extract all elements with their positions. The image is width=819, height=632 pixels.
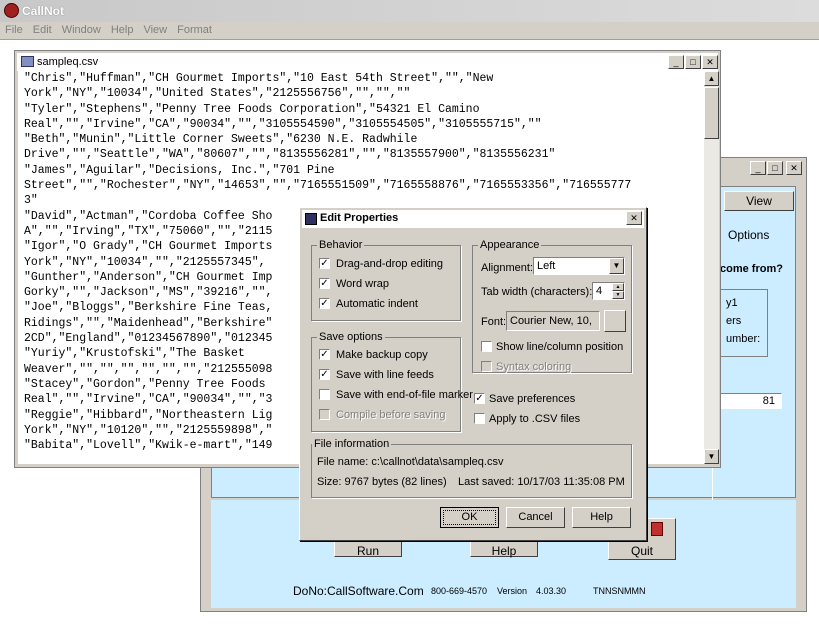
auto-indent-label: Automatic indent (336, 298, 418, 310)
csv-line: "Beth","Munin","Little Corner Sweets","6… (24, 133, 418, 147)
menu-edit[interactable]: Edit (28, 22, 57, 38)
syntax-coloring-label: Syntax coloring (496, 361, 572, 373)
menu-file[interactable]: File (0, 22, 28, 38)
close-icon[interactable]: ✕ (702, 55, 718, 69)
vertical-scrollbar[interactable]: ▲ ▼ (704, 71, 719, 464)
line-feeds-checkbox[interactable]: ✓ (319, 369, 330, 380)
app-title: CallNot (22, 4, 64, 18)
backup-label: Make backup copy (336, 349, 428, 361)
word-wrap-label: Word wrap (336, 278, 389, 290)
compile-checkbox (319, 409, 330, 420)
dialog-icon (305, 213, 317, 225)
document-icon (21, 56, 34, 67)
csv-line: Street","","Rochester","NY","14653","","… (24, 179, 632, 193)
alignment-value: Left (537, 260, 556, 272)
app-icon (4, 3, 19, 18)
close-icon[interactable]: ✕ (786, 161, 802, 175)
app-title-bar: CallNot (0, 0, 819, 22)
count-field[interactable]: 81 (712, 393, 782, 409)
show-position-label: Show line/column position (496, 341, 624, 353)
spin-up-icon[interactable]: ▲ (612, 283, 624, 291)
syntax-coloring-checkbox (481, 361, 492, 372)
help-button[interactable]: Help (572, 507, 631, 528)
list-item: umber: (726, 333, 761, 345)
save-preferences-checkbox[interactable]: ✓ (474, 393, 485, 404)
csv-window-title: sampleq.csv (37, 56, 99, 68)
csv-line: Drive","","Seattle","WA","80607","","813… (24, 148, 556, 162)
alignment-label: Alignment: (481, 262, 533, 274)
save-preferences-label: Save preferences (489, 393, 576, 405)
dialog-titlebar: Edit Properties ✕ (302, 210, 644, 228)
menu-view[interactable]: View (138, 22, 172, 38)
ok-button[interactable]: OK (440, 507, 499, 528)
maximize-icon[interactable]: □ (685, 55, 701, 69)
save-options-label: Save options (317, 331, 385, 343)
chevron-down-icon[interactable]: ▼ (609, 258, 624, 274)
tab-options[interactable]: Options (728, 228, 769, 242)
eof-marker-checkbox[interactable] (319, 389, 330, 400)
view-button[interactable]: View (724, 191, 794, 211)
scroll-up-icon[interactable]: ▲ (704, 71, 719, 86)
footer-version: 4.03.30 (536, 586, 567, 596)
line-feeds-label: Save with line feeds (336, 369, 434, 381)
footer-code: TNNSNMMN (593, 586, 646, 596)
drag-drop-label: Drag-and-drop editing (336, 258, 444, 270)
list-item: y1 (726, 297, 738, 309)
menu-help[interactable]: Help (106, 22, 139, 38)
font-label: Font: (481, 316, 507, 328)
csv-line: Real","","Irvine","CA","90034","","31055… (24, 117, 542, 131)
scroll-thumb[interactable] (704, 87, 719, 139)
behavior-label: Behavior (317, 239, 365, 251)
scroll-down-icon[interactable]: ▼ (704, 449, 719, 464)
font-browse-button[interactable] (604, 310, 626, 332)
edit-properties-dialog: Edit Properties ✕ Behavior ✓ Drag-and-dr… (299, 207, 647, 541)
eof-marker-label: Save with end-of-file marker (336, 389, 473, 401)
question-label: come from? (720, 263, 783, 275)
minimize-icon[interactable]: _ (750, 161, 766, 175)
appearance-label: Appearance (478, 239, 542, 251)
backup-checkbox[interactable]: ✓ (319, 349, 330, 360)
word-wrap-checkbox[interactable]: ✓ (319, 278, 330, 289)
csv-line: "James","Aguilar","Decisions, Inc.","701… (24, 163, 335, 177)
maximize-icon[interactable]: □ (767, 161, 783, 175)
footer-brand: DoNo:CallSoftware.Com (293, 584, 424, 598)
dialog-title: Edit Properties (320, 212, 399, 224)
csv-window-titlebar: sampleq.csv _ □ ✕ (17, 53, 718, 71)
menu-window[interactable]: Window (57, 22, 106, 38)
spin-down-icon[interactable]: ▼ (612, 291, 624, 299)
csv-line: "Chris","Huffman","CH Gourmet Imports","… (24, 72, 494, 85)
tab-width-label: Tab width (characters): (481, 286, 593, 298)
footer-version-label: Version (497, 586, 528, 596)
close-icon[interactable]: ✕ (626, 211, 642, 225)
file-name-text: File name: c:\callnot\data\sampleq.csv (317, 456, 504, 468)
file-info-group (311, 444, 632, 498)
alignment-select[interactable]: Left ▼ (533, 257, 625, 275)
tab-width-value: 4 (596, 285, 603, 297)
drag-drop-checkbox[interactable]: ✓ (319, 258, 330, 269)
tab-width-spinner[interactable]: 4 ▲ ▼ (592, 282, 625, 300)
menu-format[interactable]: Format (172, 22, 217, 38)
apply-csv-checkbox[interactable] (474, 413, 485, 424)
csv-line: "Tyler","Stephens","Penny Tree Foods Cor… (24, 102, 480, 116)
list-item: ers (726, 315, 742, 327)
last-saved-text: Last saved: 10/17/03 11:35:08 PM (458, 476, 625, 488)
compile-label: Compile before saving (336, 409, 446, 421)
menu-bar: File Edit Window Help View Format (0, 22, 819, 40)
auto-indent-checkbox[interactable]: ✓ (319, 298, 330, 309)
file-info-label: File information (312, 438, 392, 450)
minimize-icon[interactable]: _ (668, 55, 684, 69)
show-position-checkbox[interactable] (481, 341, 492, 352)
cancel-button[interactable]: Cancel (506, 507, 565, 528)
footer-phone: 800-669-4570 (431, 586, 488, 596)
apply-csv-label: Apply to .CSV files (489, 413, 581, 425)
file-size-text: Size: 9767 bytes (82 lines) (317, 476, 447, 488)
csv-line: York","NY","10034","United States","2125… (24, 87, 411, 101)
quit-icon (651, 522, 663, 536)
font-field: Courier New, 10, N (506, 311, 600, 331)
